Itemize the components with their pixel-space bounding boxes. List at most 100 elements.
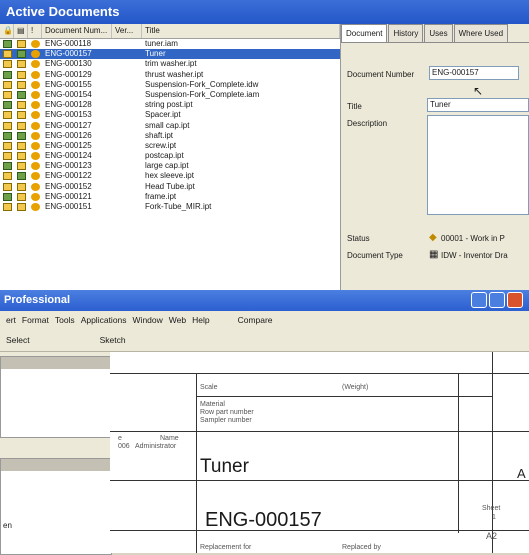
table-row[interactable]: ENG-000121 frame.ipt <box>0 192 340 202</box>
menu-compare[interactable]: Compare <box>238 315 273 325</box>
doc-type-icon <box>0 161 14 171</box>
cell-title: Fork-Tube_MIR.ipt <box>145 202 212 211</box>
status-icon <box>28 161 42 171</box>
table-row[interactable]: ENG-000128 string post.ipt <box>0 100 340 110</box>
menu-window[interactable]: Window <box>133 315 163 325</box>
table-row[interactable]: ENG-000127 small cap.ipt <box>0 121 340 131</box>
document-properties-panel: Document History Uses Where Used Documen… <box>341 24 529 290</box>
cell-title: screw.ipt <box>145 140 177 150</box>
drawing-number: ENG-000157 <box>205 509 322 531</box>
menu-tools[interactable]: Tools <box>55 315 75 325</box>
checkout-icon <box>14 59 28 69</box>
checkout-icon <box>14 161 28 171</box>
doc-type-icon <box>0 39 14 49</box>
doc-type-icon <box>0 182 14 192</box>
cell-version <box>112 90 142 100</box>
table-row[interactable]: ENG-000153 Spacer.ipt <box>0 110 340 120</box>
cell-version <box>112 171 142 181</box>
status-icon: ◆ <box>429 232 437 243</box>
cell-version <box>112 39 142 49</box>
table-row[interactable]: ENG-000123 large cap.ipt <box>0 161 340 171</box>
menu-applications[interactable]: Applications <box>81 315 127 325</box>
menu-help[interactable]: Help <box>192 315 209 325</box>
cell-number: ENG-000130 <box>45 59 92 69</box>
doc-type-icon <box>0 131 14 141</box>
checkout-icon <box>14 70 28 80</box>
status-icon <box>28 90 42 100</box>
tb-name: Name <box>160 435 179 442</box>
description-label: Description <box>347 119 388 128</box>
table-row[interactable]: ENG-000154 Suspension-Fork_Complete.iam <box>0 90 340 100</box>
checkout-icon <box>14 192 28 202</box>
cell-version <box>112 49 142 59</box>
checkout-icon <box>14 100 28 110</box>
table-row[interactable]: ENG-000124 postcap.ipt <box>0 151 340 161</box>
doc-type-icon <box>0 70 14 80</box>
minimize-button[interactable] <box>471 292 487 308</box>
cell-number: ENG-000123 <box>45 161 92 171</box>
doc-type-icon <box>0 141 14 151</box>
tb-date: 006 <box>118 443 130 450</box>
tab-uses[interactable]: Uses <box>424 24 453 42</box>
table-row[interactable]: ENG-000155 Suspension-Fork_Complete.idw <box>0 80 340 90</box>
status-icon <box>28 70 42 80</box>
tab-document[interactable]: Document <box>341 24 388 42</box>
checkout-icon <box>14 141 28 151</box>
status-icon <box>28 182 42 192</box>
cell-number: ENG-000152 <box>45 181 92 191</box>
cell-number: ENG-000126 <box>45 130 92 140</box>
checkout-icon <box>14 110 28 120</box>
status-icon <box>28 202 42 212</box>
doc-number-field[interactable]: ENG-000157 <box>429 66 519 80</box>
cell-number: ENG-000118 <box>45 39 92 48</box>
checkout-icon <box>14 90 28 100</box>
checkout-icon <box>14 131 28 141</box>
checkout-icon <box>14 202 28 212</box>
tab-history[interactable]: History <box>388 24 424 42</box>
list-header: 🔒 ▤ ! Document Num... Ver... Title <box>0 24 340 39</box>
table-row[interactable]: ENG-000129 thrust washer.ipt <box>0 70 340 80</box>
close-button[interactable] <box>507 292 523 308</box>
tb-size: A2 <box>486 531 498 541</box>
select-button[interactable]: Select <box>6 335 30 345</box>
maximize-button[interactable] <box>489 292 505 308</box>
tab-where-used[interactable]: Where Used <box>453 24 509 42</box>
cell-title: frame.ipt <box>145 191 177 201</box>
cell-version <box>112 192 142 202</box>
table-row[interactable]: ENG-000157 Tuner <box>0 49 340 60</box>
table-row[interactable]: ENG-000118 tuner.iam <box>0 39 340 49</box>
column-document-number[interactable]: Document Num... <box>42 24 112 38</box>
table-row[interactable]: ENG-000122 hex sleeve.ipt <box>0 171 340 181</box>
table-row[interactable]: ENG-000152 Head Tube.ipt <box>0 182 340 192</box>
cell-title: thrust washer.ipt <box>145 69 204 79</box>
description-field[interactable] <box>427 115 529 215</box>
checkout-icon <box>14 39 28 49</box>
type-column-icon[interactable]: ▤ <box>14 24 28 38</box>
doc-type-icon <box>0 80 14 90</box>
browser-panel-bottom: en <box>0 458 112 555</box>
cell-number: ENG-000124 <box>45 151 92 161</box>
menu-format[interactable]: Format <box>22 315 49 325</box>
status-column-icon[interactable]: ! <box>28 24 42 38</box>
table-row[interactable]: ENG-000130 trim washer.ipt <box>0 59 340 69</box>
sketch-button[interactable]: Sketch <box>100 335 126 345</box>
menu-bar: ert Format Tools Applications Window Web… <box>0 311 529 329</box>
menu-insert[interactable]: ert <box>6 315 16 325</box>
column-title[interactable]: Title <box>142 24 340 38</box>
menu-web[interactable]: Web <box>169 315 186 325</box>
status-icon <box>28 100 42 110</box>
cell-title: string post.ipt <box>145 100 193 110</box>
cell-title: postcap.ipt <box>145 151 184 161</box>
column-version[interactable]: Ver... <box>112 24 142 38</box>
table-row[interactable]: ENG-000125 screw.ipt <box>0 141 340 151</box>
lock-column-icon[interactable]: 🔒 <box>0 24 14 38</box>
doc-type-icon <box>0 100 14 110</box>
doc-type-icon <box>0 192 14 202</box>
doc-type-icon <box>0 49 14 59</box>
table-row[interactable]: ENG-000151 Fork-Tube_MIR.ipt <box>0 202 340 212</box>
cell-version <box>112 121 142 131</box>
checkout-icon <box>14 49 28 59</box>
checkout-icon <box>14 151 28 161</box>
title-field[interactable]: Tuner <box>427 98 529 112</box>
table-row[interactable]: ENG-000126 shaft.ipt <box>0 131 340 141</box>
